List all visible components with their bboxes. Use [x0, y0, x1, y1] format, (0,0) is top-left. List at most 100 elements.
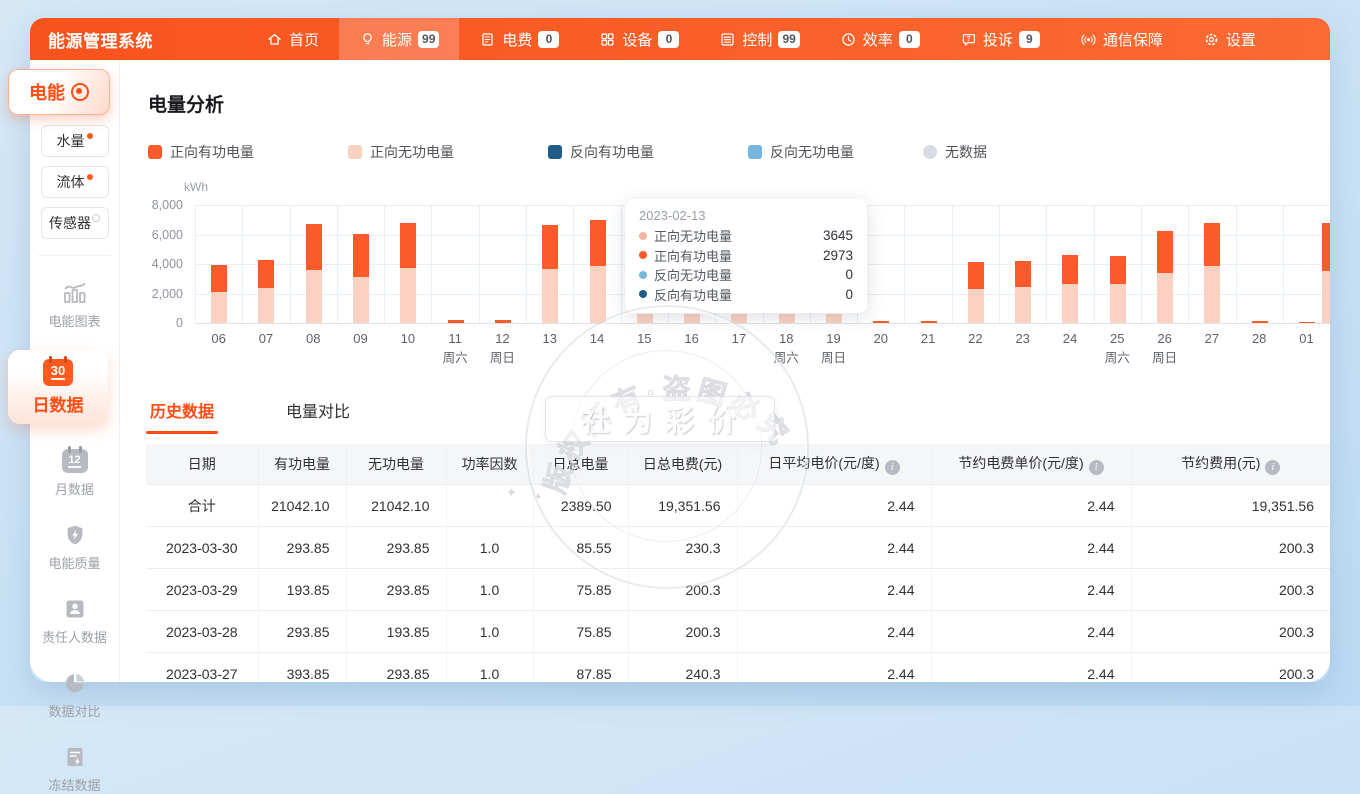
calendar-icon: 12 [62, 447, 88, 473]
bulb-icon [359, 31, 376, 48]
x-tick-day: 23 [999, 332, 1046, 347]
nav-item-label: 首页 [289, 29, 319, 50]
bar-chart: kWh 8,0006,0004,0002,0000 2023-02-13 正向无… [120, 178, 1330, 374]
legend-item-反向无功电量[interactable]: 反向无功电量 [748, 142, 923, 162]
tab-energy-compare[interactable]: 电量对比 [286, 398, 350, 434]
nav-badge: 99 [778, 31, 799, 48]
category-button-传感器[interactable]: 传感器 [41, 207, 109, 239]
bar-chart-icon [62, 279, 88, 305]
x-tick-weekday: 周日 [479, 351, 526, 365]
pie-chart-icon [63, 669, 87, 695]
tooltip-series-dot [639, 271, 647, 279]
sidebar-item-冻结数据[interactable]: 冻结数据 [30, 743, 119, 794]
home-icon [266, 31, 283, 48]
sidebar-item-数据对比[interactable]: 数据对比 [30, 669, 119, 720]
chart-bar-cell[interactable] [999, 205, 1046, 323]
x-tick-day: 26 [1141, 332, 1188, 347]
bar-segment-active [1299, 322, 1315, 323]
info-icon[interactable]: i [1089, 460, 1104, 475]
legend-swatch [348, 145, 362, 159]
svg-text:?: ? [966, 36, 970, 43]
bar-segment-active [1015, 261, 1031, 288]
shield-bolt-icon [63, 521, 87, 547]
chart-bar-cell[interactable] [573, 205, 620, 323]
tooltip-series-value: 3645 [823, 228, 853, 243]
nav-item-通信保障[interactable]: 通信保障 [1060, 18, 1183, 60]
nav-item-设备[interactable]: 设备0 [579, 18, 699, 60]
table-cell: 2.44 [931, 611, 1131, 653]
nav-item-控制[interactable]: 控制99 [699, 18, 819, 60]
table-cell: 193.85 [346, 611, 446, 653]
table-cell: 200.3 [628, 611, 737, 653]
stacked-bar [495, 320, 511, 323]
nav-item-投诉[interactable]: ?投诉9 [940, 18, 1060, 60]
nav-item-设置[interactable]: 设置 [1183, 18, 1276, 60]
chart-bar-cell[interactable] [1046, 205, 1093, 323]
table-cell: 393.85 [258, 653, 346, 683]
bar-segment-active [258, 260, 274, 288]
stacked-bar [590, 220, 606, 323]
tooltip-rows: 正向无功电量3645正向有功电量2973反向无功电量0反向有功电量0 [639, 226, 853, 304]
legend-item-正向无功电量[interactable]: 正向无功电量 [348, 142, 548, 162]
chart-bar-cell[interactable] [337, 205, 384, 323]
chart-bar-cell[interactable] [952, 205, 999, 323]
x-tick-label: 22 [952, 332, 999, 365]
chart-bar-cell[interactable] [1094, 205, 1141, 323]
x-tick-label: 25周六 [1094, 332, 1141, 365]
chart-bar-cell[interactable] [904, 205, 951, 323]
legend-item-无数据[interactable]: 无数据 [923, 142, 1123, 162]
bar-segment-active [306, 224, 322, 269]
legend-item-反向有功电量[interactable]: 反向有功电量 [548, 142, 748, 162]
tooltip-series-value: 0 [845, 267, 853, 282]
bar-segment-active [1157, 231, 1173, 274]
chart-bar-cell[interactable] [1236, 205, 1283, 323]
nav-badge: 9 [1019, 31, 1040, 48]
table-cell: 200.3 [1131, 527, 1330, 569]
chart-bar-cell[interactable] [195, 205, 242, 323]
nav-item-能源[interactable]: 能源99 [339, 18, 459, 60]
category-button-流体[interactable]: 流体 [41, 166, 109, 198]
tooltip-series-label: 正向无功电量 [654, 226, 732, 245]
chart-bar-cell[interactable] [526, 205, 573, 323]
table-cell: 2.44 [931, 569, 1131, 611]
x-tick-label: 12 周日 [479, 332, 526, 365]
nav-badge: 0 [538, 31, 559, 48]
sidebar-item-责任人数据[interactable]: 责任人数据 [30, 595, 119, 646]
column-header-功率因数: 功率因数 [446, 444, 533, 485]
category-button-电能[interactable]: 电能 [8, 69, 110, 115]
top-navbar: 能源管理系统 首页能源99电费0设备0控制99效率0?投诉9通信保障设置 [30, 18, 1330, 60]
tab-history-data[interactable]: 历史数据 [150, 398, 214, 434]
table-cell: 2023-03-30 [146, 527, 258, 569]
nav-item-电费[interactable]: 电费0 [459, 18, 579, 60]
sidebar-item-月数据[interactable]: 12月数据 [30, 447, 119, 498]
category-button-水量[interactable]: 水量 [41, 125, 109, 157]
bar-segment-active [211, 265, 227, 292]
x-tick-day: 12 [479, 332, 526, 347]
info-icon[interactable]: i [885, 460, 900, 475]
chart-bar-cell[interactable] [431, 205, 478, 323]
tooltip-series-dot [639, 251, 647, 259]
sidebar-item-电能图表[interactable]: 电能图表 [30, 279, 119, 330]
chart-bar-cell[interactable] [242, 205, 289, 323]
tooltip-row: 反向无功电量0 [639, 265, 853, 285]
chart-bar-cell[interactable] [290, 205, 337, 323]
stacked-bar [211, 265, 227, 323]
legend-item-正向有功电量[interactable]: 正向有功电量 [148, 142, 348, 162]
sidebar-item-日数据[interactable]: 30日数据 [8, 350, 108, 424]
chart-bar-cell[interactable] [384, 205, 431, 323]
x-tick-day: 19 [810, 332, 857, 347]
x-tick-weekday: 周日 [1141, 351, 1188, 365]
nav-item-效率[interactable]: 效率0 [820, 18, 940, 60]
clipped-bar [1322, 223, 1330, 323]
column-header-label: 日总电费(元) [643, 456, 722, 472]
chart-bar-cell[interactable] [479, 205, 526, 323]
nav-item-首页[interactable]: 首页 [246, 18, 339, 60]
sidebar-item-电能质量[interactable]: 电能质量 [30, 521, 119, 572]
app-window: 能源管理系统 首页能源99电费0设备0控制99效率0?投诉9通信保障设置 电能水… [30, 18, 1330, 682]
table-cell: 240.3 [628, 653, 737, 683]
bar-segment-reactive [779, 314, 795, 323]
info-icon[interactable]: i [1265, 460, 1280, 475]
bar-segment-active [1252, 321, 1268, 323]
chart-bar-cell[interactable] [1188, 205, 1235, 323]
chart-bar-cell[interactable] [1141, 205, 1188, 323]
